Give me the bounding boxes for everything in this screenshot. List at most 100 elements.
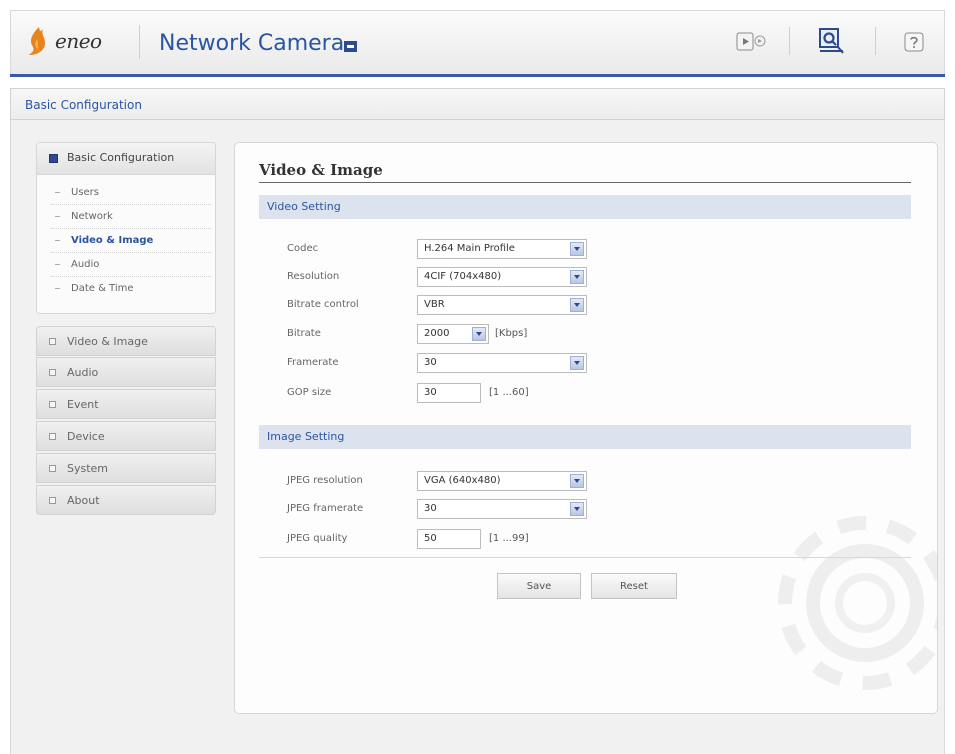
setup-magnifier-icon [819,28,844,54]
expand-square-icon [49,369,56,376]
sidebar-item-label: Video & Image [71,235,154,246]
breadcrumb: Basic Configuration [10,88,945,120]
video-setting-header: Video Setting [259,195,911,219]
header-divider [789,27,790,55]
bitrate-label: Bitrate [287,328,321,339]
chevron-down-icon[interactable] [570,270,584,284]
sidebar-item-audio[interactable]: Audio [51,253,211,277]
reset-button[interactable]: Reset [591,573,677,599]
codec-label: Codec [287,243,319,254]
gop-range-hint: [1 ...60] [489,387,529,398]
sidebar-item-network[interactable]: Network [51,205,211,229]
sidebar-group-basic-configuration: Basic Configuration Users Network Video … [36,142,216,314]
jpeg-quality-label: JPEG quality [287,533,348,544]
sidebar-item-label: Network [71,211,113,222]
sidebar-group-about[interactable]: About [36,485,216,515]
jpeg-resolution-label: JPEG resolution [287,475,363,486]
framerate-value: 30 [424,357,437,368]
gop-size-value: 30 [424,387,437,398]
sidebar-item-label: Date & Time [71,283,134,294]
language-flag-icon[interactable] [344,41,357,52]
jpeg-framerate-label: JPEG framerate [287,503,364,514]
section-title: Video & Image [259,161,383,179]
sidebar-group-label: About [67,494,100,507]
framerate-label: Framerate [287,357,339,368]
jpeg-resolution-value: VGA (640x480) [424,475,501,486]
expand-square-icon [49,497,56,504]
bullet-dash-icon [55,288,60,289]
expand-square-icon [49,433,56,440]
image-setting-header: Image Setting [259,425,911,449]
sidebar-group-label: Device [67,430,105,443]
resolution-label: Resolution [287,271,340,282]
chevron-down-icon[interactable] [472,327,486,341]
gop-size-input[interactable]: 30 [417,383,481,403]
bitrate-select[interactable]: 2000 [417,324,489,344]
jpeg-quality-value: 50 [424,533,437,544]
bullet-dash-icon [55,216,60,217]
header-divider [875,27,876,55]
section-label: Image Setting [267,430,345,443]
content-panel: Video & Image Video Setting Codec H.264 … [234,142,938,714]
sidebar-group-device[interactable]: Device [36,421,216,451]
jpeg-quality-range-hint: [1 ...99] [489,533,529,544]
bullet-dash-icon [55,264,60,265]
brand-name: eneo [55,29,102,53]
codec-select[interactable]: H.264 Main Profile [417,239,587,259]
sidebar-group-audio[interactable]: Audio [36,357,216,387]
sidebar-group-label: Audio [67,366,99,379]
jpeg-framerate-value: 30 [424,503,437,514]
sidebar-group-event[interactable]: Event [36,389,216,419]
resolution-select[interactable]: 4CIF (704x480) [417,267,587,287]
sidebar-group-header[interactable]: Basic Configuration [37,143,215,175]
sidebar-group-label: Video & Image [67,335,148,348]
sidebar-item-date-time[interactable]: Date & Time [51,277,211,301]
gear-watermark-icon [778,516,937,690]
play-video-icon [736,32,766,51]
chevron-down-icon[interactable] [570,474,584,488]
jpeg-quality-input[interactable]: 50 [417,529,481,549]
framerate-select[interactable]: 30 [417,353,587,373]
resolution-value: 4CIF (704x480) [424,271,502,282]
bitrate-control-label: Bitrate control [287,299,359,310]
setup-button[interactable] [815,25,849,59]
expand-square-icon [49,401,56,408]
flame-logo-icon [29,27,45,55]
sidebar-group-video-image[interactable]: Video & Image [36,326,216,356]
breadcrumb-text: Basic Configuration [25,98,142,112]
live-view-button[interactable] [735,25,769,59]
bitrate-control-select[interactable]: VBR [417,295,587,315]
section-label: Video Setting [267,200,341,213]
bitrate-unit: [Kbps] [495,328,528,339]
sidebar-group-system[interactable]: System [36,453,216,483]
chevron-down-icon[interactable] [570,242,584,256]
sidebar-item-label: Audio [71,259,100,270]
sidebar-group-label: System [67,462,109,475]
eneo-logo: eneo [25,23,127,59]
header-accent-line [10,74,945,77]
jpeg-resolution-select[interactable]: VGA (640x480) [417,471,587,491]
jpeg-framerate-select[interactable]: 30 [417,499,587,519]
chevron-down-icon[interactable] [570,502,584,516]
sidebar-group-label: Event [67,398,99,411]
help-icon [904,32,924,52]
help-button[interactable] [897,25,931,59]
sidebar-group-label: Basic Configuration [67,151,175,164]
bitrate-control-value: VBR [424,299,445,310]
bullet-dash-icon [55,240,60,241]
sidebar-item-video-image[interactable]: Video & Image [51,229,211,253]
collapse-square-icon [49,154,58,163]
title-underline [259,182,911,183]
header-divider [139,25,140,59]
page-title: Network Camera [159,31,345,56]
expand-square-icon [49,465,56,472]
save-button[interactable]: Save [497,573,581,599]
divider [259,557,911,558]
sidebar-item-users[interactable]: Users [51,181,211,205]
bullet-dash-icon [55,192,60,193]
chevron-down-icon[interactable] [570,356,584,370]
chevron-down-icon[interactable] [570,298,584,312]
bitrate-value: 2000 [424,328,450,339]
expand-square-icon [49,338,56,345]
app-header: eneo Network Camera [10,10,945,76]
